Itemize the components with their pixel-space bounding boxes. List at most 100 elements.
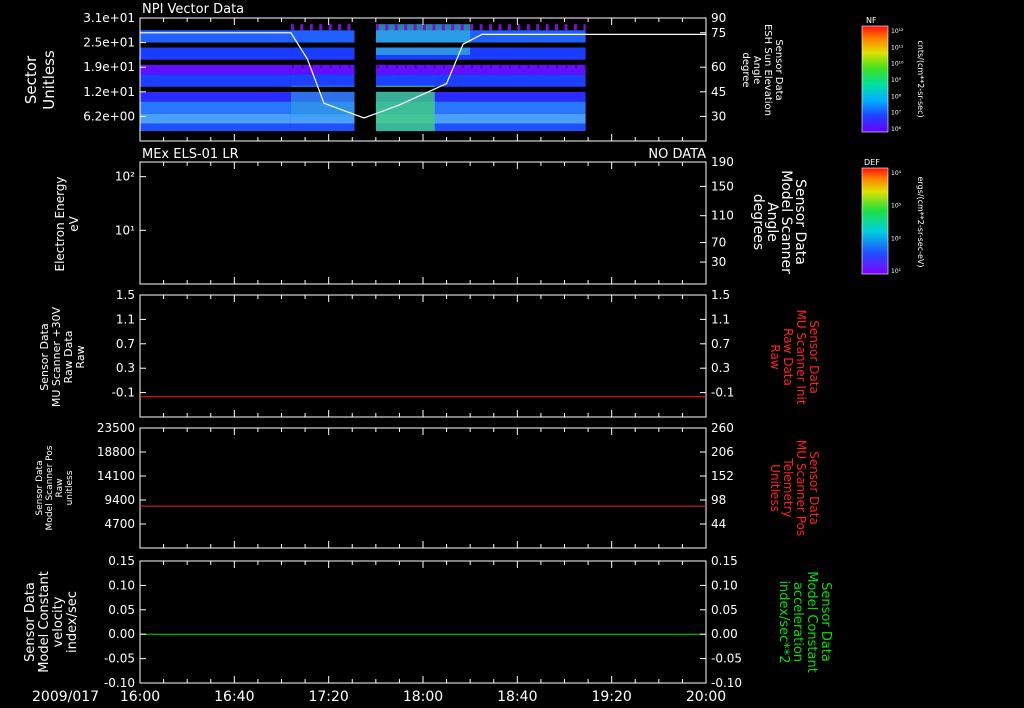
colorbar-tick-label: 10⁴ — [891, 170, 902, 177]
panel5-right-label-line2: Model Constant — [804, 571, 819, 673]
heatmap-speckle — [404, 24, 408, 31]
y-tick-label: 60 — [711, 60, 726, 74]
time-axis-labels: 16:00 16:40 17:20 18:00 18:40 19:20 20:00 — [120, 689, 726, 705]
colorbar-tick-label: 10¹² — [891, 28, 904, 35]
panel4-right-label: Sensor Data MU Scanner Pos Telemetry Uni… — [768, 440, 821, 536]
heatmap-speckle — [555, 24, 559, 31]
y-tick-label: 2.5e+01 — [83, 36, 135, 50]
heatmap-speckle — [507, 24, 511, 31]
panel3-right-label-line4: Raw — [768, 344, 782, 369]
y-tick-label: 152 — [711, 469, 734, 483]
heatmap-band — [140, 91, 291, 102]
colorbar-def: DEF 10⁴ 10³ 10² 10¹ ergs/(cm**2-sr-sec-eV) — [861, 158, 925, 275]
time-label: 18:40 — [497, 689, 537, 705]
y-tick-label: 90 — [711, 11, 726, 25]
y-tick-label: 0.3 — [116, 361, 135, 375]
panel-mu-scanner-raw: 1.5 1.1 0.7 0.3 -0.1 1.5 1.1 0.7 0.3 -0.1 — [112, 288, 734, 418]
panel2-left-label-line2: eV — [67, 215, 81, 231]
heatmap-speckle — [536, 24, 540, 31]
y-tick-label: 6.2e+00 — [83, 109, 135, 123]
heatmap-data-gap — [585, 18, 706, 141]
heatmap-band — [290, 30, 355, 43]
panel2-x-ticks — [139, 162, 707, 284]
panel4-right-ticks: 260 206 152 98 44 — [700, 421, 734, 531]
plot-canvas: NPI Vector Data 3.1e+01 2.5e+01 1.9e+01 1.2… — [22, 2, 925, 705]
y-tick-label: -0.10 — [711, 676, 742, 690]
colorbar-tick-label: 10¹⁰ — [891, 61, 904, 68]
y-tick-label: 30 — [711, 255, 726, 269]
heatmap-cells — [140, 18, 706, 141]
panel4-right-label-line3: Telemetry — [781, 457, 795, 517]
panel5-left-label: Sensor Data Model Constant velocity inde… — [23, 571, 80, 673]
heatmap-band — [140, 101, 291, 114]
colorbar-tick-label: 10¹ — [891, 268, 902, 275]
heatmap-band — [375, 74, 586, 87]
y-tick-label: 1.9e+01 — [83, 60, 135, 74]
panel4-x-ticks — [139, 428, 707, 548]
heatmap-speckle — [441, 24, 445, 31]
y-tick-label: -0.05 — [104, 652, 135, 666]
heatmap-band — [140, 74, 291, 87]
heatmap-speckle — [319, 24, 323, 31]
panel5-frame — [139, 560, 707, 684]
panel2-left-label-line1: Electron Energy — [53, 176, 67, 271]
y-tick-label: 10² — [115, 170, 135, 184]
panel1-left-label-line1: Sector — [22, 55, 40, 104]
colorbar-def-title: DEF — [864, 158, 880, 167]
y-tick-label: 1.2e+01 — [83, 85, 135, 99]
heatmap-speckle — [385, 24, 389, 31]
y-tick-label: 70 — [711, 236, 726, 250]
heatmap-speckle — [460, 24, 464, 31]
heatmap-band — [140, 113, 291, 124]
panel2-status: NO DATA — [648, 147, 706, 162]
panel5-right-label-line1: Sensor Data — [818, 582, 833, 662]
colorbar-nf-ticks: 10¹² 10¹¹ 10¹⁰ 10⁹ 10⁸ 10⁷ 10⁶ — [891, 28, 904, 133]
time-label: 18:00 — [403, 689, 443, 705]
panel3-right-ticks: 1.5 1.1 0.7 0.3 -0.1 — [700, 288, 734, 400]
panel2-frame — [139, 161, 707, 285]
y-tick-label: 0.05 — [108, 603, 135, 617]
time-label: 20:00 — [686, 689, 726, 705]
y-tick-label: 150 — [711, 179, 734, 193]
y-tick-label: 9400 — [104, 493, 135, 507]
panel1-title: NPI Vector Data — [142, 2, 244, 17]
colorbar-nf: NF 10¹² 10¹¹ 10¹⁰ 10⁹ 10⁸ 10⁷ 10⁶ cnts/(cm**2-… — [861, 16, 925, 133]
panel4-left-ticks: 23500 18800 14100 9400 4700 — [97, 421, 146, 531]
heatmap-speckle — [338, 24, 342, 31]
heatmap-speckle — [375, 24, 379, 31]
colorbar-def-ticks: 10⁴ 10³ 10² 10¹ — [891, 170, 902, 275]
y-tick-label: 0.7 — [116, 337, 135, 351]
time-label: 16:00 — [120, 689, 160, 705]
y-tick-label: 0.10 — [108, 578, 135, 592]
heatmap-speckle — [347, 24, 351, 31]
y-tick-label: 190 — [711, 155, 734, 169]
heatmap-speckle — [394, 24, 398, 31]
panel3-frame — [139, 294, 707, 418]
colorbar-nf-gradient — [861, 25, 889, 133]
y-tick-label: 0.00 — [108, 627, 135, 641]
panel2-right-label: Sensor Data Model Scanner Angle degrees — [750, 170, 808, 274]
panel5-left-label-line4: index/sec — [65, 591, 80, 653]
y-tick-label: -0.1 — [711, 386, 734, 400]
y-tick-label: 98 — [711, 493, 726, 507]
panel2-left-ticks: 10² 10¹ — [115, 170, 146, 237]
y-tick-label: 1.5 — [116, 288, 135, 302]
heatmap-band — [140, 30, 291, 43]
y-tick-label: 260 — [711, 421, 734, 435]
colorbar-tick-label: 10³ — [891, 203, 902, 210]
y-tick-label: 44 — [711, 517, 726, 531]
panel3-right-label-line3: Raw Data — [781, 328, 795, 386]
panel4-right-label-line4: Unitless — [768, 464, 782, 512]
colorbar-tick-label: 10² — [891, 235, 902, 242]
colorbar-tick-label: 10⁶ — [891, 126, 902, 133]
y-tick-label: 14100 — [97, 469, 135, 483]
heatmap-speckle — [564, 24, 568, 31]
y-tick-label: 206 — [711, 445, 734, 459]
panel4-frame — [139, 427, 707, 549]
panel-npi-vector-data — [139, 17, 707, 142]
panel4-left-label: Sensor Data Model Scanner Pos Raw unitle… — [35, 445, 75, 530]
colorbar-nf-unit-group: cnts/(cm**2-sr-sec) — [916, 40, 925, 117]
panel1-right-label-line1: Sensor Data — [773, 39, 784, 100]
panel3-right-label-line2: MU Scanner Init — [794, 309, 808, 404]
panel2-left-label: Electron Energy eV — [53, 176, 81, 271]
